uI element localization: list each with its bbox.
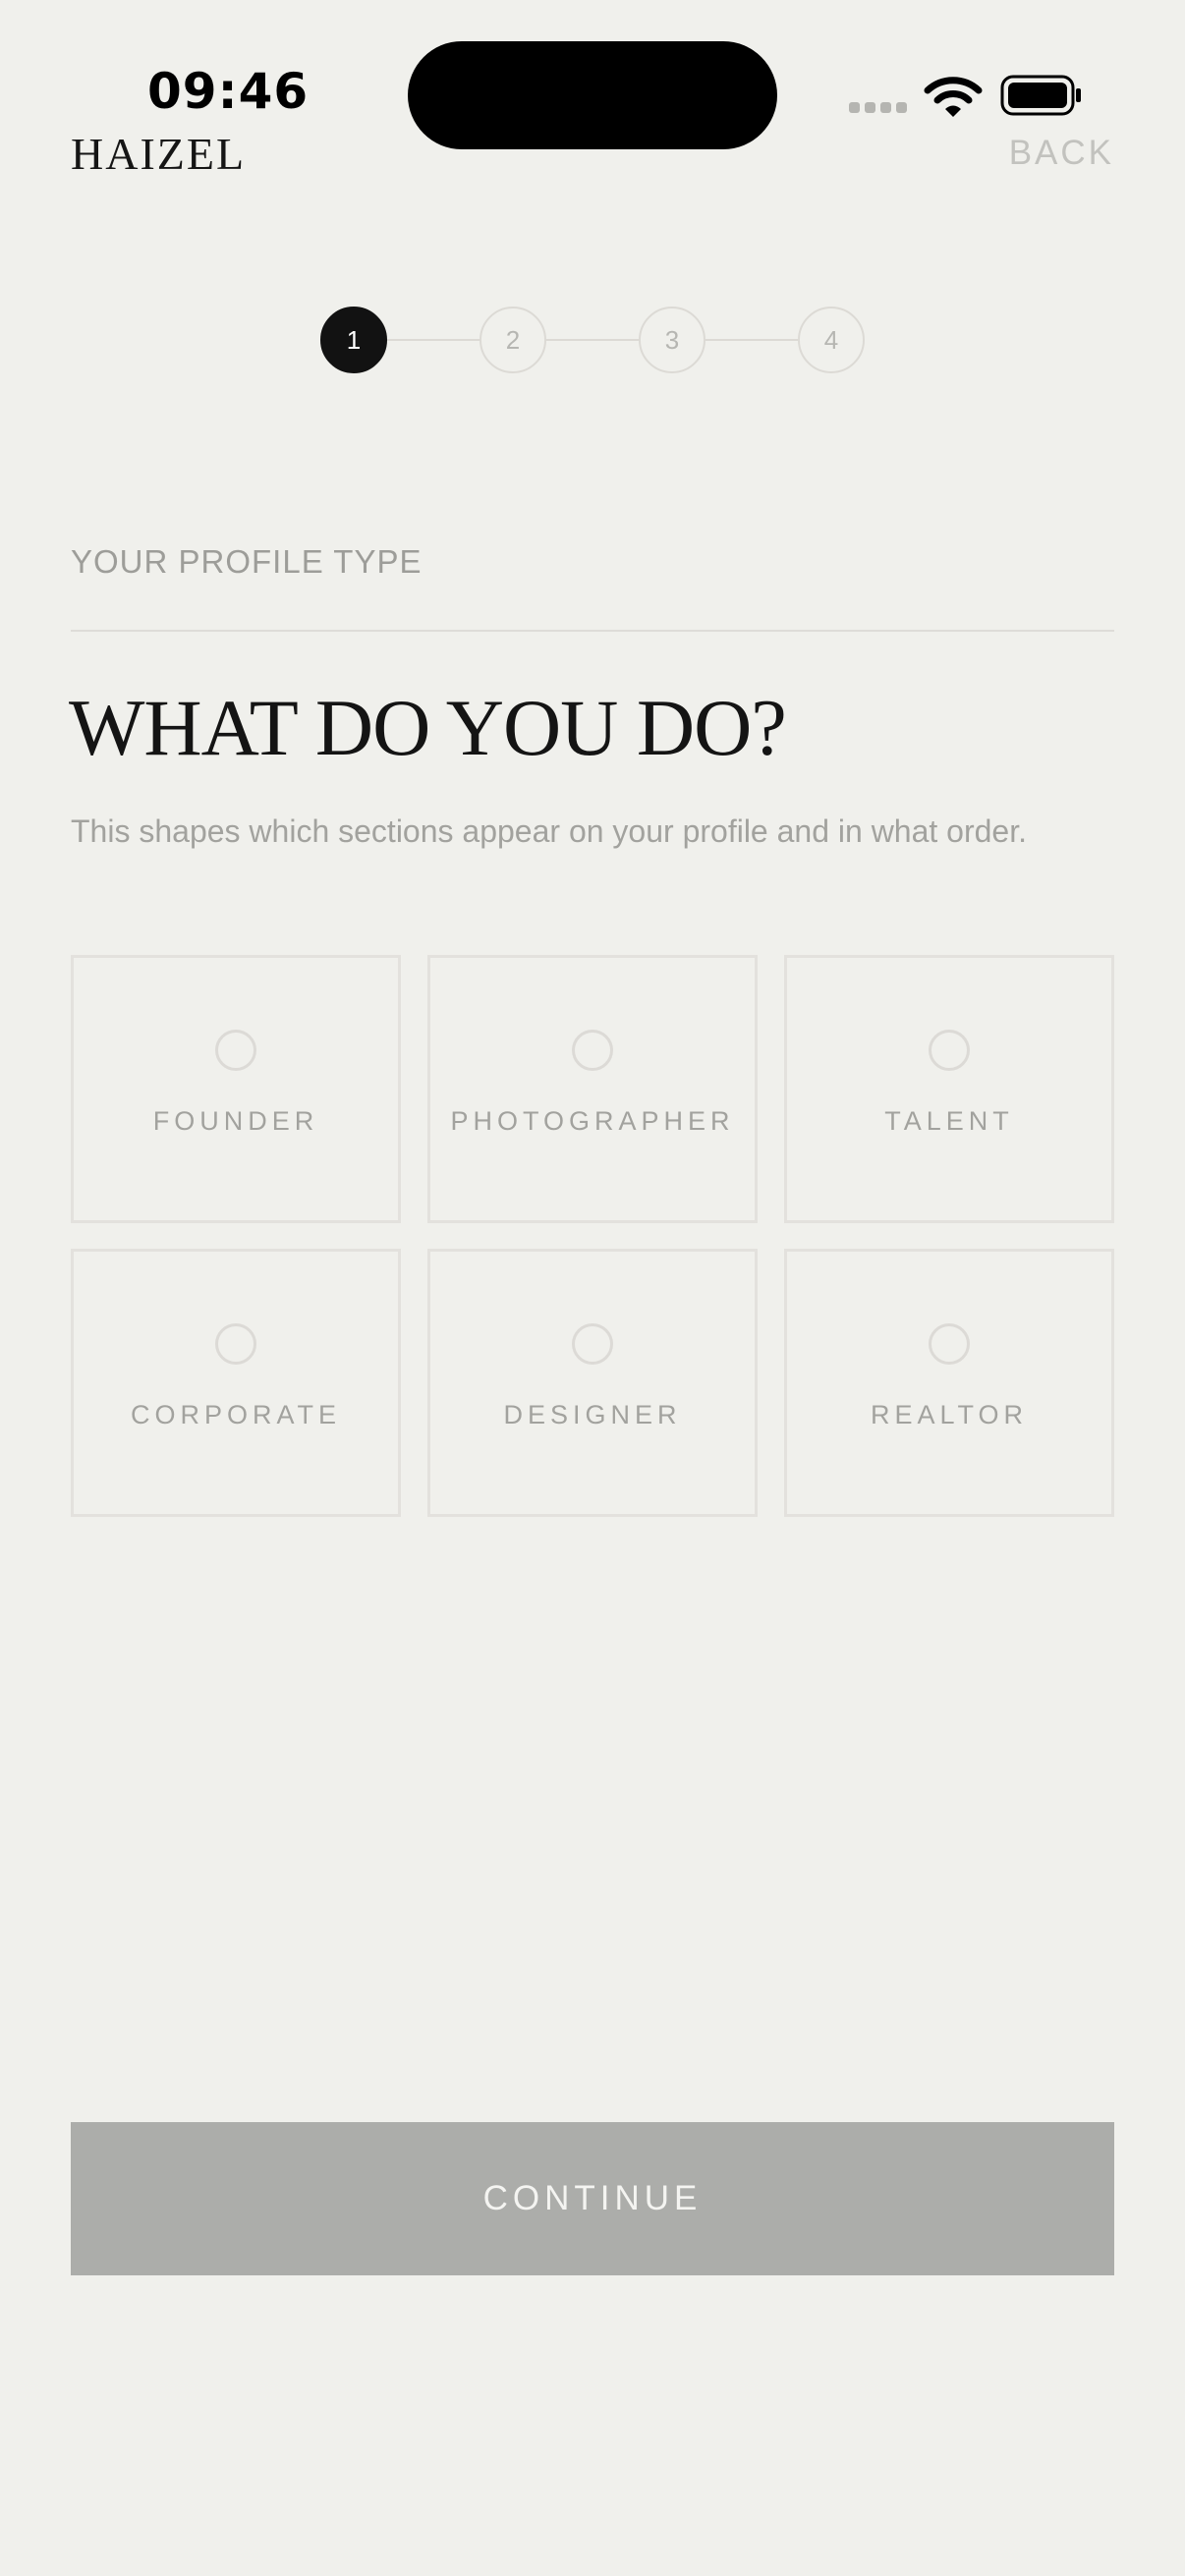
page-title: WHAT DO YOU DO? (69, 683, 787, 772)
dynamic-island (408, 41, 777, 149)
stepper-connector (705, 339, 798, 341)
radio-icon (572, 1323, 613, 1365)
section-label: YOUR PROFILE TYPE (71, 543, 423, 580)
step-3: 3 (639, 307, 705, 373)
step-1: 1 (320, 307, 387, 373)
option-designer[interactable]: DESIGNER (427, 1249, 758, 1517)
option-founder[interactable]: FOUNDER (71, 955, 401, 1223)
option-label: CORPORATE (130, 1400, 341, 1429)
back-button[interactable]: BACK (1009, 134, 1114, 173)
option-corporate[interactable]: CORPORATE (71, 1249, 401, 1517)
option-label: PHOTOGRAPHER (450, 1106, 735, 1136)
step-2: 2 (480, 307, 546, 373)
stepper-connector (387, 339, 480, 341)
step-4: 4 (798, 307, 865, 373)
divider (71, 630, 1114, 632)
option-label: REALTOR (870, 1400, 1029, 1429)
stepper-connector (546, 339, 639, 341)
battery-icon (1000, 75, 1081, 116)
option-talent[interactable]: TALENT (784, 955, 1114, 1223)
option-label: DESIGNER (503, 1400, 682, 1429)
option-label: FOUNDER (152, 1106, 319, 1136)
brand-logo: HAIZEL (71, 129, 247, 179)
progress-stepper: 1 2 3 4 (320, 307, 865, 373)
profile-type-grid: FOUNDER PHOTOGRAPHER TALENT CORPORATE DE… (71, 955, 1114, 1517)
option-label: TALENT (884, 1106, 1014, 1136)
option-photographer[interactable]: PHOTOGRAPHER (427, 955, 758, 1223)
radio-icon (215, 1323, 256, 1365)
wifi-icon (924, 77, 983, 117)
radio-icon (929, 1323, 970, 1365)
signal-icon (849, 102, 907, 113)
option-realtor[interactable]: REALTOR (784, 1249, 1114, 1517)
radio-icon (572, 1030, 613, 1071)
status-time: 09:46 (147, 63, 310, 120)
page-subtitle: This shapes which sections appear on you… (71, 813, 1027, 849)
radio-icon (929, 1030, 970, 1071)
radio-icon (215, 1030, 256, 1071)
continue-button[interactable]: CONTINUE (71, 2122, 1114, 2275)
